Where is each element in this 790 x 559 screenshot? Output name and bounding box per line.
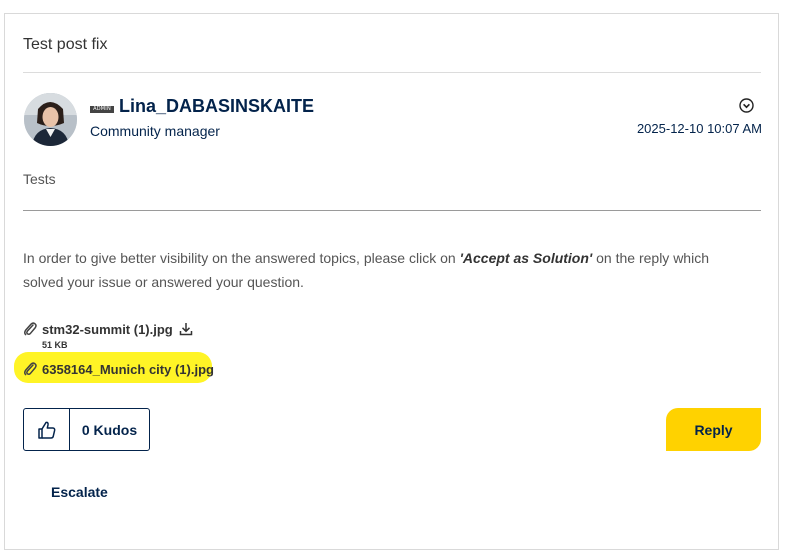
notice-text: In order to give better visibility on th… — [23, 250, 460, 266]
attachment-link[interactable]: 6358164_Munich city (1).jpg — [42, 362, 214, 377]
author-role: Community manager — [90, 123, 220, 139]
paperclip-icon — [24, 362, 37, 376]
kudos-control: 0 Kudos — [23, 408, 150, 451]
kudos-count[interactable]: 0 Kudos — [70, 409, 149, 450]
user-photo-icon — [24, 93, 77, 146]
kudo-button[interactable] — [24, 409, 70, 450]
attachment-size: 51 KB — [42, 340, 68, 350]
reply-button[interactable]: Reply — [666, 408, 761, 451]
post-title: Test post fix — [23, 36, 108, 53]
author-name[interactable]: Lina_DABASINSKAITE — [119, 96, 314, 117]
avatar[interactable] — [24, 93, 77, 146]
attachment-item: stm32-summit (1).jpg — [23, 321, 193, 337]
admin-badge: ADMIN — [90, 106, 114, 113]
paperclip-icon — [24, 322, 37, 336]
download-icon[interactable] — [179, 322, 193, 336]
options-menu-button[interactable] — [739, 98, 754, 113]
attachment-link[interactable]: stm32-summit (1).jpg — [42, 322, 173, 337]
attachment-item: 6358164_Munich city (1).jpg — [23, 361, 214, 377]
divider — [23, 72, 761, 73]
signature-notice: In order to give better visibility on th… — [23, 246, 753, 294]
post-body: Tests — [23, 171, 56, 187]
accept-solution-text: 'Accept as Solution' — [459, 250, 593, 266]
escalate-link[interactable]: Escalate — [51, 484, 108, 500]
post-timestamp: 2025-12-10 10:07 AM — [636, 121, 762, 136]
thumbs-up-icon — [37, 421, 55, 439]
chevron-down-circle-icon — [739, 98, 754, 113]
signature-divider — [23, 210, 761, 211]
